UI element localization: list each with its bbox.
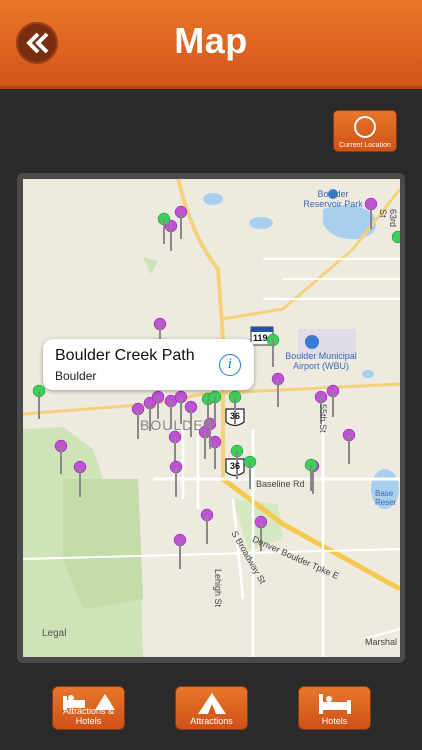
header-bar: Map bbox=[0, 0, 422, 89]
callout-subtitle: Boulder bbox=[55, 369, 97, 383]
map-label-63rd: 63rd St bbox=[378, 209, 398, 228]
map-label-reservoir: Boulder Reservoir Park bbox=[303, 189, 363, 209]
map-label-airport: Boulder Municipal Airport (WBU) bbox=[285, 351, 357, 371]
bed-icon bbox=[318, 694, 351, 714]
callout-title: Boulder Creek Path bbox=[55, 347, 195, 364]
map-view[interactable]: Boulder Reservoir Park Boulder Municipal… bbox=[23, 179, 400, 657]
route-119-shield: 119 bbox=[253, 333, 268, 343]
map-callout[interactable]: Boulder Creek Path Boulder i bbox=[43, 339, 254, 390]
map-label-lehigh: Lehigh St bbox=[213, 569, 223, 608]
map-label-55th: 55th St bbox=[318, 404, 328, 433]
tab-label: Hotels bbox=[321, 716, 348, 726]
info-icon[interactable]: i bbox=[219, 354, 241, 376]
tab-hotels[interactable]: Hotels bbox=[298, 686, 371, 730]
tab-label: Attractions & Hotels bbox=[62, 706, 115, 726]
current-location-label: Current Location bbox=[339, 142, 391, 149]
legal-link[interactable]: Legal bbox=[42, 628, 66, 639]
tab-attractions-hotels[interactable]: Attractions & Hotels bbox=[52, 686, 125, 730]
map-label-marshall: Marshal bbox=[365, 637, 398, 647]
route-36-shield: 36 bbox=[230, 411, 241, 421]
map-label-baseline: Baseline Rd bbox=[256, 479, 305, 489]
tab-label: Attractions bbox=[190, 716, 233, 726]
map-label-base-reservoir: Base Reser bbox=[375, 489, 397, 507]
route-36-shield-2: 36 bbox=[230, 461, 241, 471]
tab-attractions[interactable]: Attractions bbox=[175, 686, 248, 730]
tent-icon bbox=[197, 693, 226, 714]
page-title: Map bbox=[174, 20, 248, 61]
current-location-button[interactable]: Current Location bbox=[333, 110, 397, 152]
map-label-boulder: BOULDER bbox=[140, 417, 215, 433]
crosshair-icon bbox=[354, 116, 376, 138]
